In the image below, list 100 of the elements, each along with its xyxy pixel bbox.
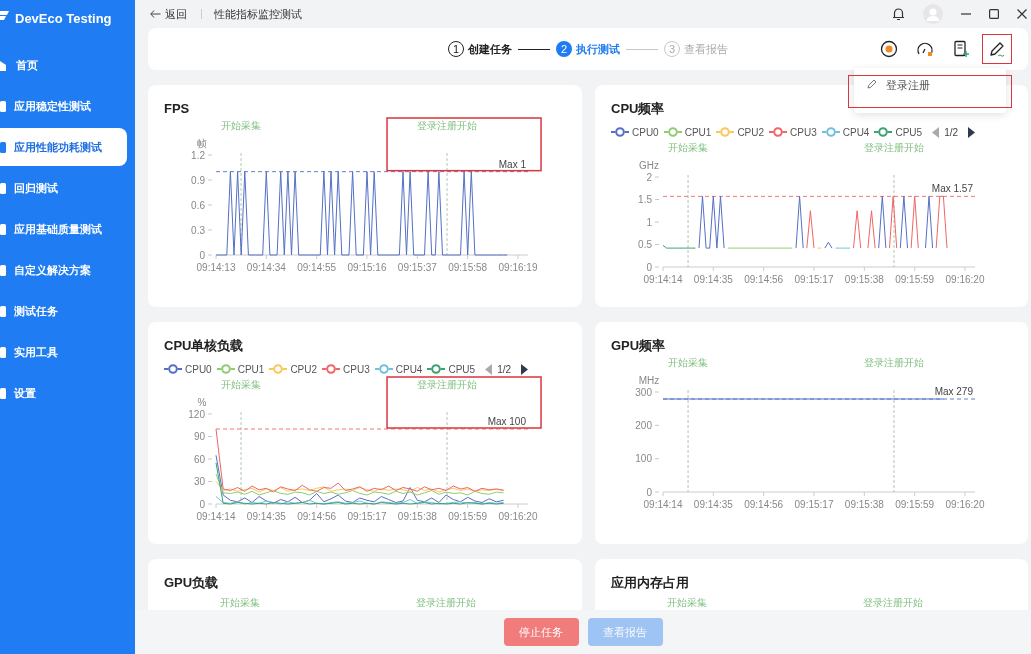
legend-label[interactable]: CPU2 bbox=[290, 363, 318, 375]
x-tick-label: 09:14:14 bbox=[643, 499, 683, 510]
y-tick-label: 0 bbox=[199, 249, 205, 261]
legend-marker-icon[interactable] bbox=[663, 127, 682, 137]
legend-label[interactable]: CPU5 bbox=[895, 126, 923, 138]
record-icon bbox=[880, 40, 898, 58]
legend-label[interactable]: CPU1 bbox=[684, 126, 712, 138]
menu-item[interactable]: 登录注册 bbox=[848, 75, 1012, 108]
sidebar-item[interactable]: 测试任务 bbox=[0, 292, 127, 330]
sidebar-item[interactable]: 自定义解决方案 bbox=[0, 251, 127, 289]
home-icon bbox=[0, 59, 8, 71]
y-tick-label: 0.6 bbox=[191, 199, 205, 211]
sidebar-item[interactable]: 回归测试 bbox=[0, 169, 127, 207]
max-label: Max 1 bbox=[498, 158, 526, 170]
legend-marker-icon[interactable] bbox=[374, 364, 393, 374]
legend-marker-icon[interactable] bbox=[716, 127, 735, 137]
x-tick-label: 09:15:59 bbox=[895, 274, 935, 285]
event-label: 开始采集 bbox=[221, 379, 262, 390]
x-tick-label: 09:14:34 bbox=[246, 262, 286, 273]
axis-unit: GHz bbox=[639, 160, 659, 171]
sidebar-item[interactable]: 应用基础质量测试 bbox=[0, 210, 127, 248]
legend-label[interactable]: CPU5 bbox=[448, 363, 476, 375]
y-tick-label: 0 bbox=[646, 261, 652, 273]
event-label: 登录注册开始 bbox=[417, 379, 478, 390]
axis-unit: MHz bbox=[638, 375, 660, 386]
page-indicator: 1/2 bbox=[944, 126, 959, 138]
x-tick-label: 09:14:35 bbox=[246, 511, 286, 522]
max-label: Max 279 bbox=[934, 386, 973, 397]
square-icon bbox=[0, 100, 6, 112]
legend-label[interactable]: CPU1 bbox=[237, 363, 265, 375]
square-icon bbox=[0, 182, 6, 194]
square-icon bbox=[0, 387, 6, 399]
x-tick-label: 09:14:35 bbox=[693, 499, 733, 510]
sidebar-item[interactable]: 应用性能功耗测试 bbox=[0, 128, 127, 166]
event-label: 开始采集 bbox=[220, 597, 260, 608]
back-button[interactable]: 返回 bbox=[148, 6, 187, 22]
event-label: 登录注册开始 bbox=[417, 120, 478, 131]
axis-unit: % bbox=[197, 397, 207, 408]
y-tick-label: 100 bbox=[635, 453, 652, 465]
event-label: 开始采集 bbox=[668, 357, 709, 368]
legend-marker-icon[interactable] bbox=[821, 127, 840, 137]
maximize-icon[interactable] bbox=[989, 9, 999, 19]
y-tick-label: 0 bbox=[646, 486, 652, 498]
sidebar-item[interactable]: 实用工具 bbox=[0, 333, 127, 371]
legend-label[interactable]: CPU0 bbox=[632, 126, 659, 138]
x-tick-label: 09:14:35 bbox=[693, 274, 733, 285]
x-tick-label: 09:14:56 bbox=[744, 274, 784, 285]
square-icon bbox=[0, 264, 6, 276]
pen-button[interactable] bbox=[982, 34, 1012, 64]
y-tick-label: 60 bbox=[193, 453, 205, 465]
previous-page-icon[interactable] bbox=[932, 126, 940, 138]
legend-label[interactable]: CPU3 bbox=[343, 363, 370, 375]
x-tick-label: 09:15:17 bbox=[794, 499, 834, 510]
sidebar-item[interactable]: 应用稳定性测试 bbox=[0, 87, 127, 125]
max-label: Max 100 bbox=[487, 416, 526, 427]
x-tick-label: 09:15:59 bbox=[448, 511, 488, 522]
axis-unit: 帧 bbox=[197, 138, 207, 149]
y-tick-label: 1 bbox=[646, 216, 652, 228]
legend-marker-icon[interactable] bbox=[164, 364, 182, 374]
bell-icon[interactable] bbox=[892, 7, 905, 21]
step-label: 查看报告 bbox=[684, 41, 728, 57]
previous-page-icon[interactable] bbox=[485, 363, 493, 375]
square-icon bbox=[0, 223, 6, 235]
sidebar-item[interactable]: 首页 bbox=[0, 46, 127, 84]
y-tick-label: 0.5 bbox=[638, 239, 652, 250]
legend-label[interactable]: CPU0 bbox=[185, 363, 212, 375]
event-label: 登录注册开始 bbox=[863, 597, 923, 608]
legend-marker-icon[interactable] bbox=[427, 364, 446, 374]
legend-marker-icon[interactable] bbox=[269, 364, 288, 374]
legend-marker-icon[interactable] bbox=[769, 127, 788, 137]
square-icon bbox=[0, 141, 6, 153]
close-icon[interactable] bbox=[1017, 9, 1027, 19]
sidebar-item[interactable]: 设置 bbox=[0, 374, 127, 412]
x-tick-label: 09:15:38 bbox=[844, 499, 884, 510]
legend-label[interactable]: CPU4 bbox=[395, 363, 423, 375]
y-tick-label: 0.9 bbox=[191, 174, 205, 186]
square-icon bbox=[0, 305, 6, 317]
legend-marker-icon[interactable] bbox=[216, 364, 235, 374]
x-tick-label: 09:15:38 bbox=[844, 274, 884, 285]
y-tick-label: 0.3 bbox=[191, 224, 205, 236]
square-icon bbox=[0, 346, 6, 358]
legend-label[interactable]: CPU3 bbox=[790, 126, 817, 138]
legend-label[interactable]: CPU2 bbox=[737, 126, 765, 138]
x-tick-label: 09:14:56 bbox=[297, 511, 337, 522]
gauge-icon bbox=[916, 40, 934, 58]
next-page-icon[interactable] bbox=[968, 126, 976, 138]
card-title: 应用内存占用 bbox=[611, 575, 690, 591]
legend-marker-icon[interactable] bbox=[322, 364, 341, 374]
legend-label[interactable]: CPU4 bbox=[842, 126, 870, 138]
event-label: 开始采集 bbox=[668, 142, 709, 153]
legend-marker-icon[interactable] bbox=[611, 127, 629, 137]
card-title: GPU负载 bbox=[164, 575, 220, 591]
next-page-icon[interactable] bbox=[521, 363, 529, 375]
y-tick-label: 90 bbox=[193, 431, 205, 442]
y-tick-label: 200 bbox=[635, 419, 652, 431]
legend-marker-icon[interactable] bbox=[874, 127, 893, 137]
x-tick-label: 09:14:56 bbox=[744, 499, 784, 510]
step-label: 执行测试 bbox=[576, 41, 620, 57]
x-tick-label: 09:16:20 bbox=[945, 274, 985, 285]
y-tick-label: 1.5 bbox=[638, 194, 652, 205]
